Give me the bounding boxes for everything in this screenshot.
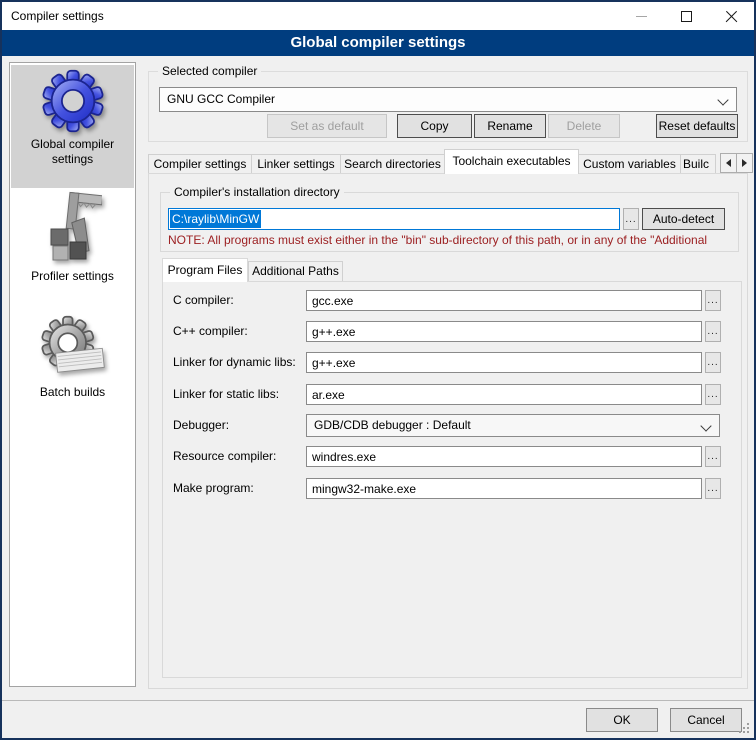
copy-button[interactable]: Copy: [397, 114, 472, 138]
make-program-label: Make program:: [173, 478, 254, 499]
subtab-program-files[interactable]: Program Files: [162, 258, 248, 282]
debugger-label: Debugger:: [173, 415, 229, 436]
resource-compiler-label: Resource compiler:: [173, 446, 276, 467]
maximize-icon: [681, 11, 692, 22]
subtab-additional-paths[interactable]: Additional Paths: [248, 261, 343, 282]
tab-toolchain-executables[interactable]: Toolchain executables: [444, 149, 579, 174]
dynamic-linker-browse-button[interactable]: ...: [705, 352, 721, 373]
cpp-compiler-label: C++ compiler:: [173, 321, 248, 342]
sidebar-item-label: Profiler settings: [31, 269, 114, 284]
close-button[interactable]: [709, 2, 754, 30]
debugger-dropdown[interactable]: GDB/CDB debugger : Default: [306, 414, 720, 437]
tab-scroll-right-button[interactable]: [736, 153, 753, 173]
page-title: Global compiler settings: [2, 30, 754, 56]
sidebar-item-label: Batch builds: [40, 385, 105, 400]
blue-gear-icon: [41, 69, 105, 133]
resize-grip[interactable]: [739, 723, 751, 735]
sidebar-item-global-compiler-settings[interactable]: Global compiler settings: [11, 65, 134, 188]
reset-defaults-button[interactable]: Reset defaults: [656, 114, 738, 138]
tab-search-directories[interactable]: Search directories: [340, 154, 445, 174]
dynamic-linker-label: Linker for dynamic libs:: [173, 352, 296, 373]
static-linker-input[interactable]: [306, 384, 702, 405]
install-dir-browse-button[interactable]: ...: [623, 208, 639, 230]
selected-compiler-value: GNU GCC Compiler: [167, 92, 275, 106]
static-linker-browse-button[interactable]: ...: [705, 384, 721, 405]
resource-compiler-browse-button[interactable]: ...: [705, 446, 721, 467]
window-title: Compiler settings: [2, 9, 104, 23]
arrow-right-icon: [742, 159, 747, 167]
selected-compiler-group-label: Selected compiler: [158, 64, 261, 78]
rename-button[interactable]: Rename: [474, 114, 546, 138]
c-compiler-input[interactable]: [306, 290, 702, 311]
tab-scroll-left-button[interactable]: [720, 153, 737, 173]
gear-paper-stack-icon: [40, 315, 106, 381]
make-program-input[interactable]: [306, 478, 702, 499]
resource-compiler-input[interactable]: [306, 446, 702, 467]
cancel-button[interactable]: Cancel: [670, 708, 742, 732]
close-icon: [725, 10, 738, 23]
install-dir-input[interactable]: C:\raylib\MinGW: [168, 208, 620, 230]
maximize-button[interactable]: [664, 2, 709, 30]
dynamic-linker-input[interactable]: [306, 352, 702, 373]
debugger-value: GDB/CDB debugger : Default: [314, 418, 471, 432]
bin-subdirectory-note: NOTE: All programs must exist either in …: [168, 233, 733, 247]
cpp-compiler-input[interactable]: [306, 321, 702, 342]
caliper-icon: [44, 191, 102, 265]
set-as-default-button[interactable]: Set as default: [267, 114, 387, 138]
minimize-icon: [636, 16, 647, 17]
settings-category-list: Global compiler settings Profiler settin…: [9, 62, 136, 687]
tab-linker-settings[interactable]: Linker settings: [251, 154, 341, 174]
make-program-browse-button[interactable]: ...: [705, 478, 721, 499]
tab-custom-variables[interactable]: Custom variables: [578, 154, 681, 174]
installation-directory-group-label: Compiler's installation directory: [170, 185, 344, 199]
install-dir-selected-text: C:\raylib\MinGW: [170, 210, 261, 228]
footer-divider: [2, 700, 754, 701]
compiler-tabs: Compiler settings Linker settings Search…: [148, 151, 715, 174]
static-linker-label: Linker for static libs:: [173, 384, 279, 405]
cpp-compiler-browse-button[interactable]: ...: [705, 321, 721, 342]
sidebar-item-profiler-settings[interactable]: Profiler settings: [11, 191, 134, 291]
sidebar-item-batch-builds[interactable]: Batch builds: [11, 315, 134, 419]
delete-button[interactable]: Delete: [548, 114, 620, 138]
ok-button[interactable]: OK: [586, 708, 658, 732]
tab-compiler-settings[interactable]: Compiler settings: [148, 154, 252, 174]
tab-build-options-truncated[interactable]: Builc: [680, 154, 716, 174]
compiler-settings-dialog: Compiler settings Global compiler settin…: [0, 0, 756, 740]
selected-compiler-dropdown[interactable]: GNU GCC Compiler: [159, 87, 737, 112]
chevron-down-icon: [717, 94, 728, 105]
c-compiler-browse-button[interactable]: ...: [705, 290, 721, 311]
arrow-left-icon: [726, 159, 731, 167]
auto-detect-button[interactable]: Auto-detect: [642, 208, 725, 230]
minimize-button[interactable]: [619, 2, 664, 30]
c-compiler-label: C compiler:: [173, 290, 234, 311]
chevron-down-icon: [700, 420, 711, 431]
sidebar-item-label: Global compiler settings: [11, 137, 134, 167]
